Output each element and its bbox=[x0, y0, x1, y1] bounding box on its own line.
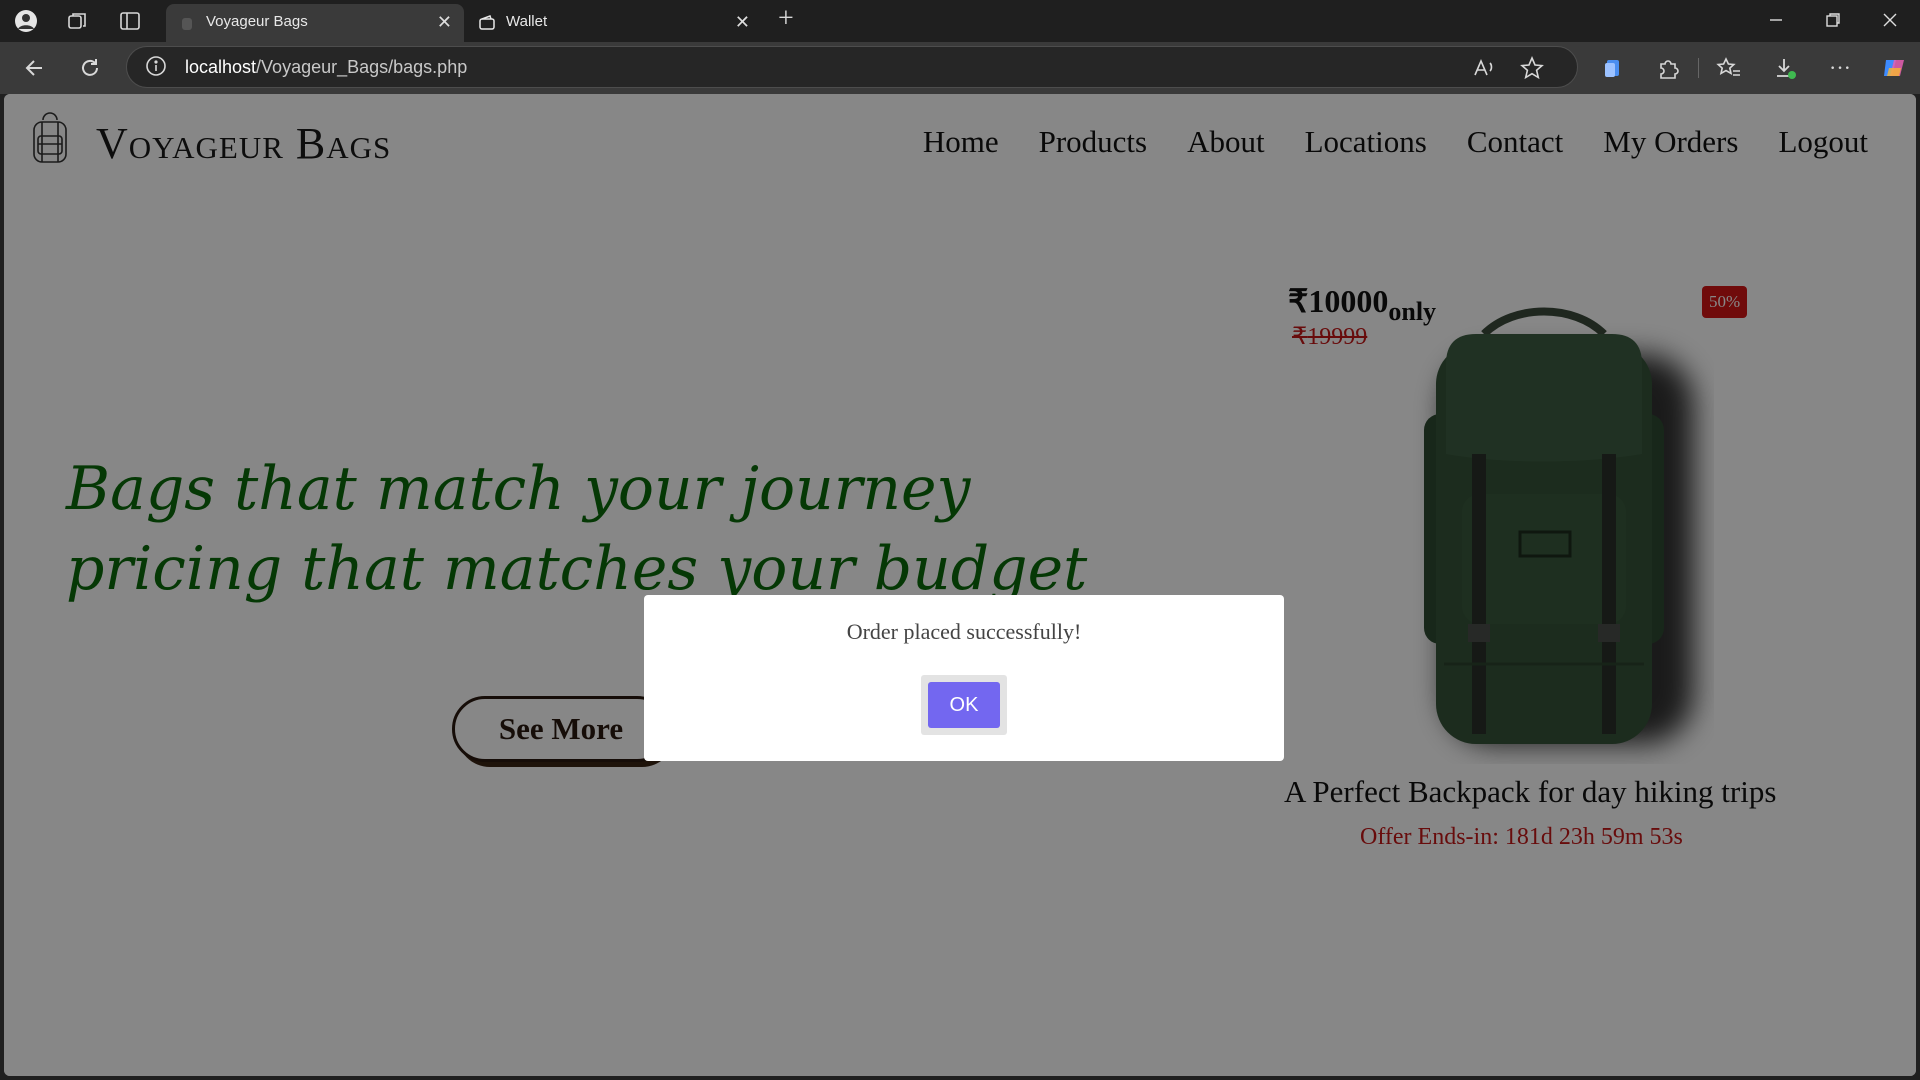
tab-wallet[interactable]: Wallet ✕ bbox=[466, 4, 762, 42]
more-options-icon[interactable]: ··· bbox=[1827, 55, 1853, 81]
favorites-list-icon[interactable] bbox=[1716, 55, 1742, 81]
vertical-tabs-icon[interactable] bbox=[118, 9, 142, 33]
tab-title: Wallet bbox=[506, 13, 548, 30]
toolbar-divider bbox=[1698, 58, 1699, 78]
close-window-icon[interactable] bbox=[1880, 10, 1900, 30]
site-info-icon[interactable] bbox=[145, 55, 167, 77]
favorite-star-icon[interactable] bbox=[1519, 55, 1545, 81]
modal-backdrop[interactable] bbox=[4, 94, 1916, 1076]
downloads-icon[interactable] bbox=[1772, 55, 1798, 81]
web-page: Voyageur Bags Home Products About Locati… bbox=[4, 94, 1916, 1076]
address-toolbar: localhost/Voyageur_Bags/bags.php ··· bbox=[0, 42, 1920, 94]
order-success-dialog: Order placed successfully! OK bbox=[644, 595, 1284, 761]
copilot-icon[interactable] bbox=[1880, 54, 1908, 82]
minimize-icon[interactable] bbox=[1766, 10, 1786, 30]
tab-title: Voyageur Bags bbox=[206, 13, 308, 30]
page-favicon-icon bbox=[178, 14, 196, 32]
read-aloud-icon[interactable] bbox=[1471, 55, 1497, 81]
profile-avatar-icon[interactable] bbox=[14, 9, 38, 33]
url-text: localhost/Voyageur_Bags/bags.php bbox=[185, 57, 468, 77]
dialog-message: Order placed successfully! bbox=[846, 619, 1082, 644]
restore-icon[interactable] bbox=[1823, 10, 1843, 30]
collections-icon[interactable] bbox=[1600, 55, 1626, 81]
close-tab-icon[interactable]: ✕ bbox=[437, 12, 452, 33]
back-arrow-icon[interactable] bbox=[22, 55, 48, 81]
ok-button[interactable]: OK bbox=[928, 682, 1000, 728]
close-tab-icon[interactable]: ✕ bbox=[735, 12, 750, 33]
wallet-icon bbox=[478, 14, 496, 32]
new-tab-icon[interactable]: + bbox=[778, 3, 802, 34]
tab-voyageur-bags[interactable]: Voyageur Bags ✕ bbox=[166, 4, 464, 42]
refresh-icon[interactable] bbox=[77, 55, 103, 81]
address-bar[interactable]: localhost/Voyageur_Bags/bags.php bbox=[126, 46, 1578, 88]
extensions-icon[interactable] bbox=[1655, 55, 1681, 81]
workspaces-icon[interactable] bbox=[66, 9, 90, 33]
browser-tab-bar: Voyageur Bags ✕ Wallet ✕ + bbox=[0, 0, 1920, 42]
